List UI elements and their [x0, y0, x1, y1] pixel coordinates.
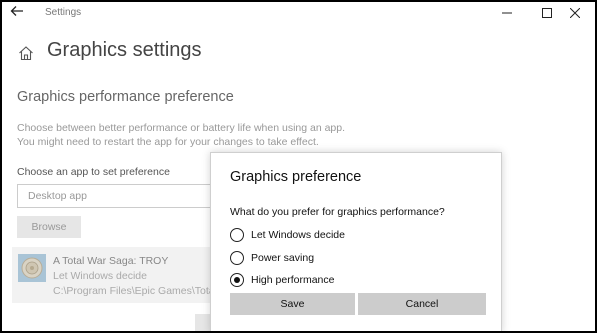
- window-title: Settings: [45, 7, 82, 18]
- back-arrow-icon: [10, 6, 23, 16]
- graphics-preference-dialog: Graphics preference What do you prefer f…: [210, 152, 502, 331]
- app-preference: Let Windows decide: [53, 270, 147, 282]
- cancel-button[interactable]: Cancel: [358, 293, 486, 315]
- radio-high-performance[interactable]: High performance: [230, 272, 334, 288]
- troy-app-icon: [18, 254, 46, 282]
- radio-button[interactable]: [230, 251, 244, 265]
- radio-label: Let Windows decide: [251, 229, 345, 241]
- section-title: Graphics performance preference: [17, 89, 234, 105]
- browse-button[interactable]: Browse: [17, 216, 81, 238]
- description-line-1: Choose between better performance or bat…: [17, 122, 346, 134]
- dialog-title: Graphics preference: [230, 169, 362, 185]
- title-bar: Settings: [2, 2, 595, 24]
- app-path: C:\Program Files\Epic Games\TotalW: [53, 285, 227, 297]
- dialog-question: What do you prefer for graphics performa…: [230, 206, 445, 218]
- radio-label: Power saving: [251, 252, 315, 264]
- radio-button-checked[interactable]: [230, 273, 244, 287]
- close-button[interactable]: [555, 3, 595, 23]
- choose-app-label: Choose an app to set preference: [17, 166, 170, 178]
- radio-let-windows-decide[interactable]: Let Windows decide: [230, 227, 345, 243]
- save-button[interactable]: Save: [230, 293, 355, 315]
- home-icon[interactable]: [18, 45, 34, 61]
- radio-button[interactable]: [230, 228, 244, 242]
- description-line-2: You might need to restart the app for yo…: [17, 136, 319, 148]
- radio-label: High performance: [251, 274, 335, 286]
- minimize-icon: [502, 12, 512, 14]
- settings-window: Settings Graphics settings Graphics perf…: [2, 2, 595, 331]
- back-button[interactable]: [10, 4, 28, 22]
- minimize-button[interactable]: [487, 3, 527, 23]
- app-name: A Total War Saga: TROY: [53, 255, 169, 267]
- close-icon: [570, 8, 580, 18]
- maximize-icon: [542, 8, 552, 18]
- page-title: Graphics settings: [47, 39, 202, 61]
- radio-power-saving[interactable]: Power saving: [230, 250, 314, 266]
- dropdown-value: Desktop app: [28, 190, 87, 202]
- app-type-dropdown[interactable]: Desktop app: [17, 184, 217, 208]
